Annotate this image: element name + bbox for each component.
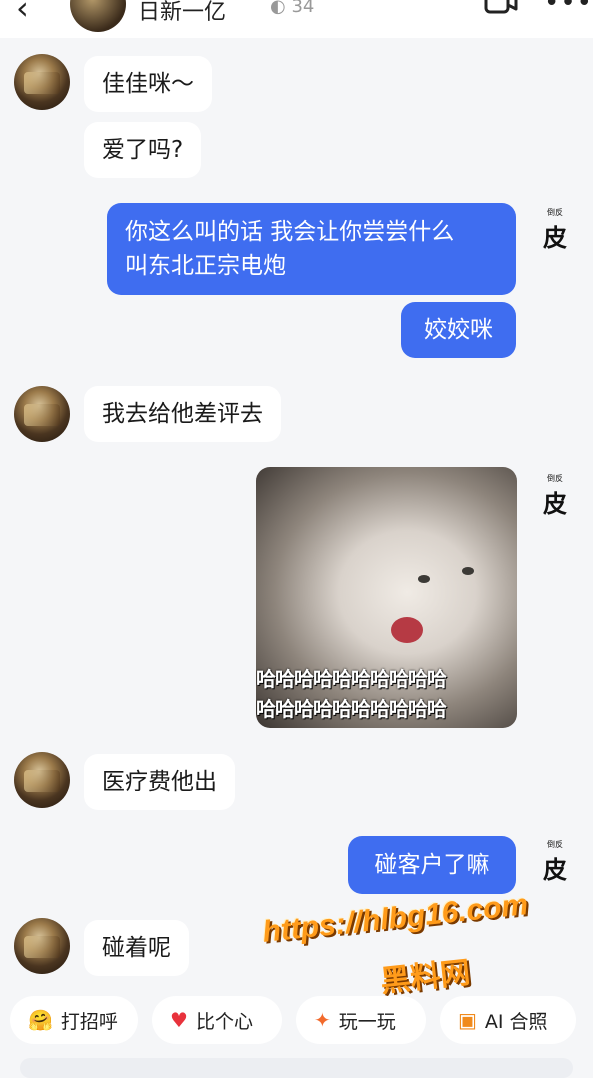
more-icon[interactable]: ••• bbox=[544, 0, 593, 18]
self-avatar-caption: 倒反 bbox=[547, 840, 563, 849]
chat-header: ‹ 日新一亿 ◐ 34 ••• bbox=[0, 0, 593, 38]
contact-avatar[interactable] bbox=[14, 386, 70, 442]
heart-icon: ♥ bbox=[170, 1008, 188, 1032]
cat-eye bbox=[462, 567, 474, 575]
video-call-icon[interactable] bbox=[484, 0, 518, 14]
member-count: ◐ 34 bbox=[270, 0, 314, 17]
message-line: 叫东北正宗电炮 bbox=[125, 253, 286, 279]
self-avatar-caption: 倒反 bbox=[547, 208, 563, 217]
self-avatar[interactable]: 倒反 皮 bbox=[540, 840, 570, 884]
quick-action-label: 打招呼 bbox=[60, 1010, 118, 1033]
watermark-url: https://hlbg16.com bbox=[260, 888, 530, 949]
watermark-text: 黑料网 bbox=[378, 955, 472, 1000]
image-caption: 哈哈哈哈哈哈哈哈哈哈 bbox=[256, 667, 447, 691]
quick-action-play[interactable]: ✦ 玩一玩 bbox=[296, 996, 426, 1044]
self-avatar-glyph: 皮 bbox=[543, 223, 567, 252]
member-count-value: 34 bbox=[291, 0, 315, 17]
sticker-image-cat[interactable]: 哈哈哈哈哈哈哈哈哈哈 哈哈哈哈哈哈哈哈哈哈 bbox=[256, 467, 517, 728]
ai-photo-icon: ▣ bbox=[458, 1008, 477, 1032]
quick-action-heart[interactable]: ♥ 比个心 bbox=[152, 996, 282, 1044]
quick-actions-bar: 🤗 打招呼 ♥ 比个心 ✦ 玩一玩 ▣ AI 合照 bbox=[0, 996, 593, 1048]
quick-action-ai-photo[interactable]: ▣ AI 合照 bbox=[440, 996, 576, 1044]
message-bubble-self[interactable]: 你这么叫的话 我会让你尝尝什么 叫东北正宗电炮 bbox=[107, 203, 516, 295]
message-bubble[interactable]: 医疗费他出 bbox=[84, 754, 235, 810]
contact-avatar[interactable] bbox=[14, 918, 70, 974]
message-bubble-self[interactable]: 碰客户了嘛 bbox=[348, 836, 516, 894]
message-line: 你这么叫的话 我会让你尝尝什么 bbox=[125, 219, 455, 245]
message-bubble-self[interactable]: 姣姣咪 bbox=[401, 302, 516, 358]
message-bubble[interactable]: 爱了吗? bbox=[84, 122, 202, 178]
message-input[interactable] bbox=[20, 1058, 573, 1078]
quick-action-label: AI 合照 bbox=[484, 1010, 548, 1033]
self-avatar-caption: 倒反 bbox=[547, 474, 563, 483]
cat-mouth bbox=[391, 617, 423, 643]
quick-action-label: 比个心 bbox=[195, 1010, 253, 1033]
image-caption: 哈哈哈哈哈哈哈哈哈哈 bbox=[256, 697, 447, 721]
quick-action-greet[interactable]: 🤗 打招呼 bbox=[10, 996, 138, 1044]
contact-avatar[interactable] bbox=[14, 752, 70, 808]
message-bubble[interactable]: 我去给他差评去 bbox=[84, 386, 281, 442]
cat-eye bbox=[418, 575, 430, 583]
chat-title: 日新一亿 bbox=[138, 0, 227, 25]
wave-emoji-icon: 🤗 bbox=[28, 1008, 53, 1032]
quick-action-label: 玩一玩 bbox=[338, 1010, 396, 1033]
self-avatar-glyph: 皮 bbox=[543, 489, 567, 518]
sparkle-icon: ✦ bbox=[314, 1008, 331, 1032]
message-bubble[interactable]: 碰着呢 bbox=[84, 920, 189, 976]
self-avatar[interactable]: 倒反 皮 bbox=[540, 208, 570, 252]
contact-avatar[interactable] bbox=[14, 54, 70, 110]
contact-avatar[interactable] bbox=[70, 0, 126, 32]
self-avatar-glyph: 皮 bbox=[543, 855, 567, 884]
self-avatar[interactable]: 倒反 皮 bbox=[540, 474, 570, 518]
chevron-left-icon[interactable]: ‹ bbox=[16, 0, 29, 24]
message-bubble[interactable]: 佳佳咪～ bbox=[84, 56, 212, 112]
